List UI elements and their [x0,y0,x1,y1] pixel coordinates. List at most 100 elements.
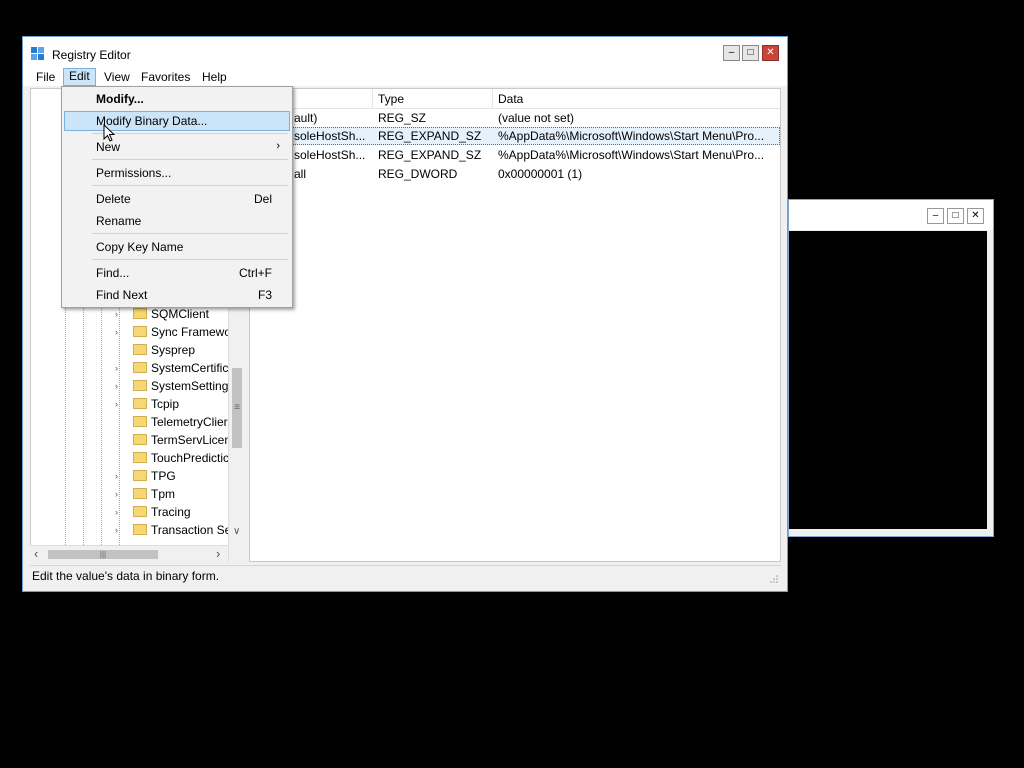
value-data: %AppData%\Microsoft\Windows\Start Menu\P… [498,148,765,162]
scroll-left-icon[interactable]: ‹ [34,546,38,561]
folder-icon [133,524,147,535]
column-header-data[interactable]: Data [498,92,523,106]
folder-icon [133,344,147,355]
scroll-down-icon[interactable]: ∨ [233,526,240,537]
tree-item-label: Sync Framewo [151,325,232,339]
minimize-icon: – [728,47,735,58]
value-type: REG_DWORD [378,167,458,181]
tree-item-label: TPG [151,469,176,483]
shortcut-label: Del [253,192,272,206]
menu-favorites[interactable]: Favorites [136,69,195,85]
column-separator[interactable] [372,89,373,108]
tree-item-label: TouchPredictic [151,451,230,465]
menu-item-label: Modify... [96,92,144,106]
expand-icon[interactable]: › [115,399,118,409]
menu-item-find-next[interactable]: Find Next F3 [64,285,290,305]
menu-item-find[interactable]: Find... Ctrl+F [64,263,290,283]
menu-item-label: Rename [96,214,142,228]
tree-item[interactable]: Sysprep [31,341,231,359]
window-title: Registry Editor [52,48,131,62]
expand-icon[interactable]: › [115,309,118,319]
menu-item-modify-binary-data[interactable]: Modify Binary Data... [64,111,290,131]
folder-icon [133,452,147,463]
expand-icon[interactable]: › [115,525,118,535]
tree-item[interactable]: › Tracing [31,503,231,521]
folder-icon [133,506,147,517]
tree-item-label: Transaction Se [151,523,232,537]
scroll-right-icon[interactable]: › [216,546,220,561]
value-data: 0x00000001 (1) [498,167,583,181]
menu-item-new[interactable]: New › [64,137,290,157]
tree-item-label: Tracing [151,505,191,519]
value-row[interactable]: all REG_DWORD 0x00000001 (1) [250,165,780,183]
menu-view[interactable]: View [99,69,135,85]
menu-separator [92,233,288,234]
tree-item[interactable]: › Sync Framewo [31,323,231,341]
menu-separator [92,159,288,160]
column-separator[interactable] [492,89,493,108]
title-bar[interactable]: Registry Editor – □ ✕ [23,37,787,67]
folder-icon [133,416,147,427]
minimize-button[interactable]: – [723,45,740,61]
tree-item-label: Tcpip [151,397,180,411]
menu-item-copy-key-name[interactable]: Copy Key Name [64,237,290,257]
tree-item[interactable]: › Tpm [31,485,231,503]
value-row[interactable]: ault) REG_SZ (value not set) [250,109,780,127]
tree-item[interactable]: › SystemSetting [31,377,231,395]
value-name: ault) [294,111,318,125]
close-icon: ✕ [766,47,775,58]
shortcut-label: Ctrl+F [239,266,272,280]
tree-horizontal-scrollbar[interactable]: ‹ ||| › [30,545,228,563]
tree-item[interactable]: › Tcpip [31,395,231,413]
maximize-icon: □ [952,210,959,221]
tree-item-label: Tpm [151,487,175,501]
value-row[interactable]: soleHostSh... REG_EXPAND_SZ %AppData%\Mi… [250,146,780,164]
menu-item-rename[interactable]: Rename [64,211,290,231]
menu-file[interactable]: File [31,69,60,85]
menu-item-delete[interactable]: Delete Del [64,189,290,209]
expand-icon[interactable]: › [115,327,118,337]
shortcut-label: F3 [257,288,272,302]
values-list[interactable]: Type Data ault) REG_SZ (value not set) s… [249,88,781,562]
expand-icon[interactable]: › [115,471,118,481]
menu-edit[interactable]: Edit [63,68,96,86]
folder-icon [133,362,147,373]
grip-icon: ||| [99,550,107,559]
close-button[interactable]: ✕ [762,45,779,61]
menu-help[interactable]: Help [197,69,232,85]
value-data: %AppData%\Microsoft\Windows\Start Menu\P… [498,129,765,143]
grip-icon: ≡ [234,402,240,413]
menu-item-modify[interactable]: Modify... [64,89,290,109]
tree-item[interactable]: TermServLicen [31,431,231,449]
minimize-button[interactable]: – [927,208,944,224]
scroll-thumb[interactable]: ||| [48,550,158,559]
title-bar[interactable]: – □ ✕ [789,200,993,230]
expand-icon[interactable]: › [115,363,118,373]
folder-icon [133,308,147,319]
folder-icon [133,434,147,445]
folder-icon [133,398,147,409]
tree-item[interactable]: › TPG [31,467,231,485]
scroll-thumb[interactable]: ≡ [232,368,242,448]
tree-item[interactable]: › Transaction Se [31,521,231,539]
folder-icon [133,326,147,337]
menu-item-permissions[interactable]: Permissions... [64,163,290,183]
tree-item[interactable]: TouchPredictic [31,449,231,467]
expand-icon[interactable]: › [115,507,118,517]
maximize-button[interactable]: □ [947,208,964,224]
resize-grip-icon[interactable] [769,574,779,584]
column-header-type[interactable]: Type [378,92,404,106]
tree-item[interactable]: TelemetryClier [31,413,231,431]
menu-separator [92,133,288,134]
value-row-selected[interactable]: soleHostSh... REG_EXPAND_SZ %AppData%\Mi… [250,127,780,145]
menu-item-label: Copy Key Name [96,240,184,254]
console-output-area[interactable] [789,231,987,529]
expand-icon[interactable]: › [115,381,118,391]
maximize-button[interactable]: □ [742,45,759,61]
submenu-arrow-icon: › [276,140,280,152]
tree-item-label: SQMClient [151,307,210,321]
expand-icon[interactable]: › [115,489,118,499]
close-button[interactable]: ✕ [967,208,984,224]
close-icon: ✕ [971,210,980,221]
tree-item[interactable]: › SystemCertific [31,359,231,377]
